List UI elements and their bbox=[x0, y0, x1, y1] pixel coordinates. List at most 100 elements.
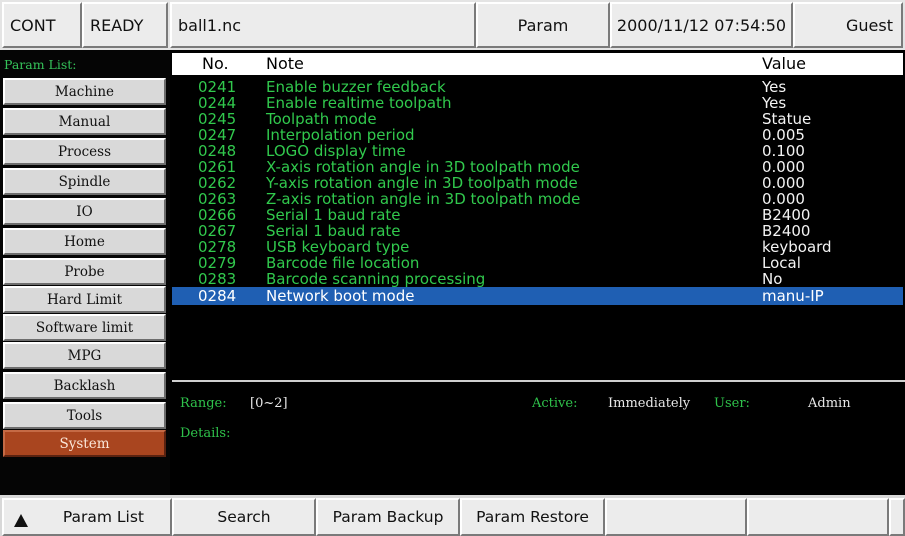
table-row[interactable]: 0279 Barcode file location Local bbox=[172, 255, 903, 271]
status-bar: CONT READY ball1.nc Param 2000/11/12 07:… bbox=[0, 0, 905, 50]
user-value: Admin bbox=[808, 396, 851, 411]
param-value: Yes bbox=[762, 94, 787, 112]
function-key-6[interactable] bbox=[747, 498, 889, 536]
table-row[interactable]: 0263 Z-axis rotation angle in 3D toolpat… bbox=[172, 191, 903, 207]
table-row[interactable]: 0266 Serial 1 baud rate B2400 bbox=[172, 207, 903, 223]
param-value: 0.100 bbox=[762, 142, 805, 160]
param-value: keyboard bbox=[762, 238, 832, 256]
param-number: 0248 bbox=[198, 142, 237, 160]
function-key-bar: Param List Search Param Backup Param Res… bbox=[0, 495, 905, 536]
param-value: No bbox=[762, 270, 783, 288]
search-button[interactable]: Search bbox=[172, 498, 316, 536]
param-value: Statue bbox=[762, 110, 812, 128]
param-note: Enable buzzer feedback bbox=[266, 78, 446, 96]
param-backup-button[interactable]: Param Backup bbox=[316, 498, 460, 536]
param-number: 0284 bbox=[198, 287, 237, 305]
range-label: Range: bbox=[180, 396, 227, 411]
up-arrow-icon bbox=[14, 514, 28, 527]
param-number: 0266 bbox=[198, 206, 237, 224]
param-list-button[interactable]: Param List bbox=[2, 498, 172, 536]
param-note: USB keyboard type bbox=[266, 238, 410, 256]
user-display: Guest bbox=[793, 2, 903, 48]
sidebar-title: Param List: bbox=[4, 57, 77, 72]
param-detail-panel: Range: [0~2] Active: Immediately User: A… bbox=[172, 382, 905, 495]
table-row[interactable]: 0267 Serial 1 baud rate B2400 bbox=[172, 223, 903, 239]
active-label: Active: bbox=[532, 396, 578, 411]
table-row[interactable]: 0244 Enable realtime toolpath Yes bbox=[172, 95, 903, 111]
param-number: 0247 bbox=[198, 126, 237, 144]
function-key-5[interactable] bbox=[605, 498, 747, 536]
table-row[interactable]: 0247 Interpolation period 0.005 bbox=[172, 127, 903, 143]
param-restore-button[interactable]: Param Restore bbox=[460, 498, 605, 536]
sidebar-item-mpg[interactable]: MPG bbox=[3, 342, 166, 369]
sidebar-item-hard-limit[interactable]: Hard Limit bbox=[3, 286, 166, 313]
param-value: B2400 bbox=[762, 222, 811, 240]
function-key-7[interactable] bbox=[889, 498, 905, 536]
param-number: 0244 bbox=[198, 94, 237, 112]
details-label: Details: bbox=[180, 426, 231, 441]
sidebar-item-machine[interactable]: Machine bbox=[3, 78, 166, 105]
table-row[interactable]: 0262 Y-axis rotation angle in 3D toolpat… bbox=[172, 175, 903, 191]
param-table: No. Note Value 0241 Enable buzzer feedba… bbox=[172, 50, 905, 380]
table-row[interactable]: 0283 Barcode scanning processing No bbox=[172, 271, 903, 287]
param-note: X-axis rotation angle in 3D toolpath mod… bbox=[266, 158, 580, 176]
param-note: Enable realtime toolpath bbox=[266, 94, 452, 112]
sidebar-item-tools[interactable]: Tools bbox=[3, 402, 166, 429]
param-note: Serial 1 baud rate bbox=[266, 222, 401, 240]
datetime-display: 2000/11/12 07:54:50 bbox=[610, 2, 793, 48]
table-row[interactable]: 0245 Toolpath mode Statue bbox=[172, 111, 903, 127]
param-number: 0245 bbox=[198, 110, 237, 128]
param-note: Serial 1 baud rate bbox=[266, 206, 401, 224]
param-note: Y-axis rotation angle in 3D toolpath mod… bbox=[266, 174, 578, 192]
mode-indicator: CONT bbox=[2, 2, 82, 48]
param-number: 0283 bbox=[198, 270, 237, 288]
sidebar-item-process[interactable]: Process bbox=[3, 138, 166, 165]
param-value: 0.000 bbox=[762, 158, 805, 176]
param-value: 0.000 bbox=[762, 174, 805, 192]
state-indicator: READY bbox=[82, 2, 168, 48]
sidebar-item-io[interactable]: IO bbox=[3, 198, 166, 225]
table-row[interactable]: 0241 Enable buzzer feedback Yes bbox=[172, 79, 903, 95]
param-note: Barcode scanning processing bbox=[266, 270, 486, 288]
table-header: No. Note Value bbox=[172, 53, 903, 75]
table-row[interactable]: 0261 X-axis rotation angle in 3D toolpat… bbox=[172, 159, 903, 175]
param-value: 0.000 bbox=[762, 190, 805, 208]
param-list-label: Param List bbox=[62, 508, 144, 526]
file-name: ball1.nc bbox=[170, 2, 476, 48]
param-category-sidebar: Param List: Machine Manual Process Spind… bbox=[0, 50, 170, 495]
param-note: LOGO display time bbox=[266, 142, 406, 160]
sidebar-item-software-limit[interactable]: Software limit bbox=[3, 314, 166, 341]
param-value: Local bbox=[762, 254, 801, 272]
range-value: [0~2] bbox=[250, 396, 288, 411]
header-no: No. bbox=[202, 54, 229, 73]
sidebar-item-system[interactable]: System bbox=[3, 430, 166, 457]
param-note: Interpolation period bbox=[266, 126, 415, 144]
header-note: Note bbox=[266, 54, 304, 73]
param-note: Toolpath mode bbox=[266, 110, 377, 128]
param-number: 0263 bbox=[198, 190, 237, 208]
sidebar-item-probe[interactable]: Probe bbox=[3, 258, 166, 285]
param-number: 0241 bbox=[198, 78, 237, 96]
param-value: manu-IP bbox=[762, 287, 824, 305]
sidebar-item-backlash[interactable]: Backlash bbox=[3, 372, 166, 399]
param-note: Network boot mode bbox=[266, 287, 415, 305]
param-value: Yes bbox=[762, 78, 787, 96]
table-row[interactable]: 0278 USB keyboard type keyboard bbox=[172, 239, 903, 255]
sidebar-item-manual[interactable]: Manual bbox=[3, 108, 166, 135]
param-number: 0261 bbox=[198, 158, 237, 176]
sidebar-item-spindle[interactable]: Spindle bbox=[3, 168, 166, 195]
param-value: 0.005 bbox=[762, 126, 805, 144]
param-number: 0279 bbox=[198, 254, 237, 272]
header-value: Value bbox=[762, 54, 806, 73]
sidebar-item-home[interactable]: Home bbox=[3, 228, 166, 255]
user-label: User: bbox=[714, 396, 750, 411]
table-row-selected[interactable]: 0284 Network boot mode manu-IP bbox=[172, 287, 903, 305]
screen-name: Param bbox=[476, 2, 610, 48]
param-number: 0278 bbox=[198, 238, 237, 256]
param-number: 0267 bbox=[198, 222, 237, 240]
param-number: 0262 bbox=[198, 174, 237, 192]
param-note: Z-axis rotation angle in 3D toolpath mod… bbox=[266, 190, 581, 208]
param-note: Barcode file location bbox=[266, 254, 420, 272]
table-row[interactable]: 0248 LOGO display time 0.100 bbox=[172, 143, 903, 159]
active-value: Immediately bbox=[608, 396, 691, 411]
